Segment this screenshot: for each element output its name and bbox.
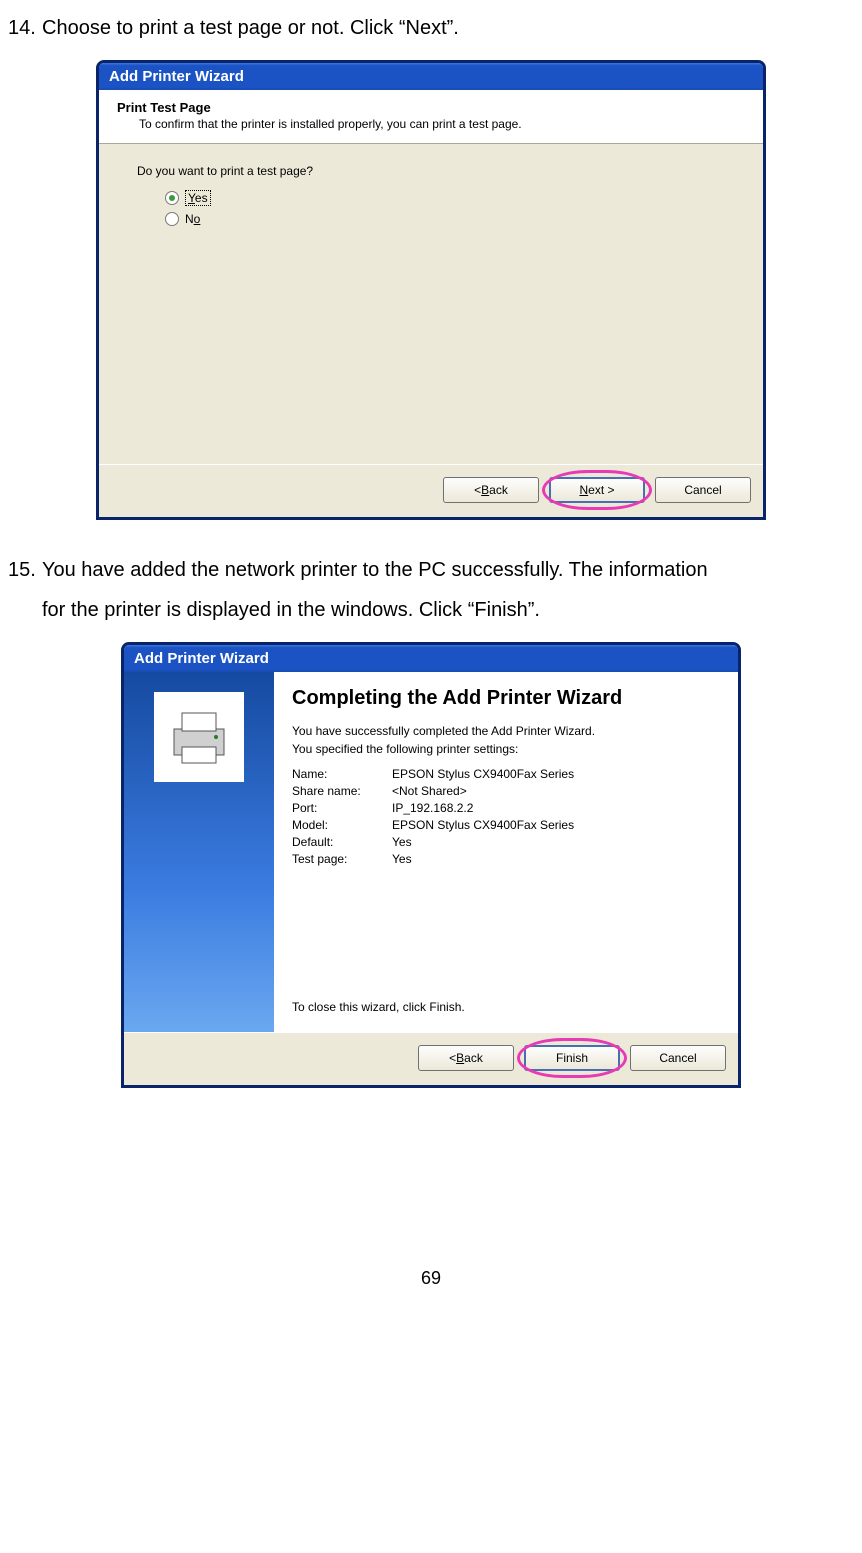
cancel-button[interactable]: Cancel (655, 477, 751, 503)
info-value: Yes (392, 835, 412, 849)
radio-no-label: No (185, 212, 200, 226)
step-14-body: Choose to print a test page or not. Clic… (42, 17, 459, 39)
table-row: Test page:Yes (292, 852, 720, 866)
dialog1-header-sub: To confirm that the printer is installed… (139, 117, 745, 131)
next-button[interactable]: Next > (549, 477, 645, 503)
step-15-text: 15.You have added the network printer to… (8, 550, 854, 630)
info-label: Default: (292, 835, 392, 849)
dialog2-sidebar (124, 672, 274, 1032)
dialog1-titlebar[interactable]: Add Printer Wizard (99, 63, 763, 90)
radio-yes[interactable] (165, 191, 179, 205)
printer-info-table: Name:EPSON Stylus CX9400Fax Series Share… (292, 767, 720, 869)
table-row: Port:IP_192.168.2.2 (292, 801, 720, 815)
dialog2-titlebar[interactable]: Add Printer Wizard (124, 645, 738, 672)
finish-msg1: You have successfully completed the Add … (292, 724, 720, 740)
info-value: EPSON Stylus CX9400Fax Series (392, 767, 574, 781)
info-label: Test page: (292, 852, 392, 866)
step-14-text: 14.Choose to print a test page or not. C… (8, 8, 854, 48)
info-label: Share name: (292, 784, 392, 798)
step-14-num: 14. (8, 8, 42, 48)
back-button[interactable]: < Back (418, 1045, 514, 1071)
step-15-num: 15. (8, 550, 42, 590)
table-row: Default:Yes (292, 835, 720, 849)
finish-button[interactable]: Finish (524, 1045, 620, 1071)
table-row: Model:EPSON Stylus CX9400Fax Series (292, 818, 720, 832)
add-printer-wizard-dialog-1: Add Printer Wizard Print Test Page To co… (96, 60, 766, 520)
cancel-button[interactable]: Cancel (630, 1045, 726, 1071)
dialog1-button-bar: < Back Next > Cancel (99, 464, 763, 517)
info-label: Name: (292, 767, 392, 781)
dialog2-content: Completing the Add Printer Wizard You ha… (274, 672, 738, 1032)
step-15-line1: You have added the network printer to th… (42, 559, 708, 581)
radio-yes-row[interactable]: Yes (165, 190, 735, 206)
finish-msg2: You specified the following printer sett… (292, 742, 720, 758)
dialog1-title: Add Printer Wizard (109, 68, 244, 85)
dialog1-prompt: Do you want to print a test page? (137, 164, 735, 178)
radio-no[interactable] (165, 212, 179, 226)
dialog2-body: Completing the Add Printer Wizard You ha… (124, 672, 738, 1032)
radio-no-row[interactable]: No (165, 212, 735, 226)
dialog1-header: Print Test Page To confirm that the prin… (99, 90, 763, 144)
info-label: Model: (292, 818, 392, 832)
dialog2-button-bar: < Back Finish Cancel (124, 1032, 738, 1085)
finish-title: Completing the Add Printer Wizard (292, 686, 720, 710)
dialog2-title: Add Printer Wizard (134, 650, 269, 667)
dialog1-header-title: Print Test Page (117, 100, 745, 115)
info-value: Yes (392, 852, 412, 866)
info-value: <Not Shared> (392, 784, 467, 798)
finish-close-msg: To close this wizard, click Finish. (292, 960, 720, 1022)
printer-icon (154, 692, 244, 782)
info-value: EPSON Stylus CX9400Fax Series (392, 818, 574, 832)
next-button-highlight: Next > (549, 477, 645, 503)
add-printer-wizard-dialog-2: Add Printer Wizard Completing the Add Pr… (121, 642, 741, 1088)
dialog1-body: Do you want to print a test page? Yes No (99, 144, 763, 464)
step-15-line2: for the printer is displayed in the wind… (42, 590, 854, 630)
info-value: IP_192.168.2.2 (392, 801, 473, 815)
radio-yes-label: Yes (185, 190, 211, 206)
table-row: Name:EPSON Stylus CX9400Fax Series (292, 767, 720, 781)
info-label: Port: (292, 801, 392, 815)
page-number: 69 (8, 1268, 854, 1289)
table-row: Share name:<Not Shared> (292, 784, 720, 798)
finish-button-highlight: Finish (524, 1045, 620, 1071)
back-button[interactable]: < Back (443, 477, 539, 503)
